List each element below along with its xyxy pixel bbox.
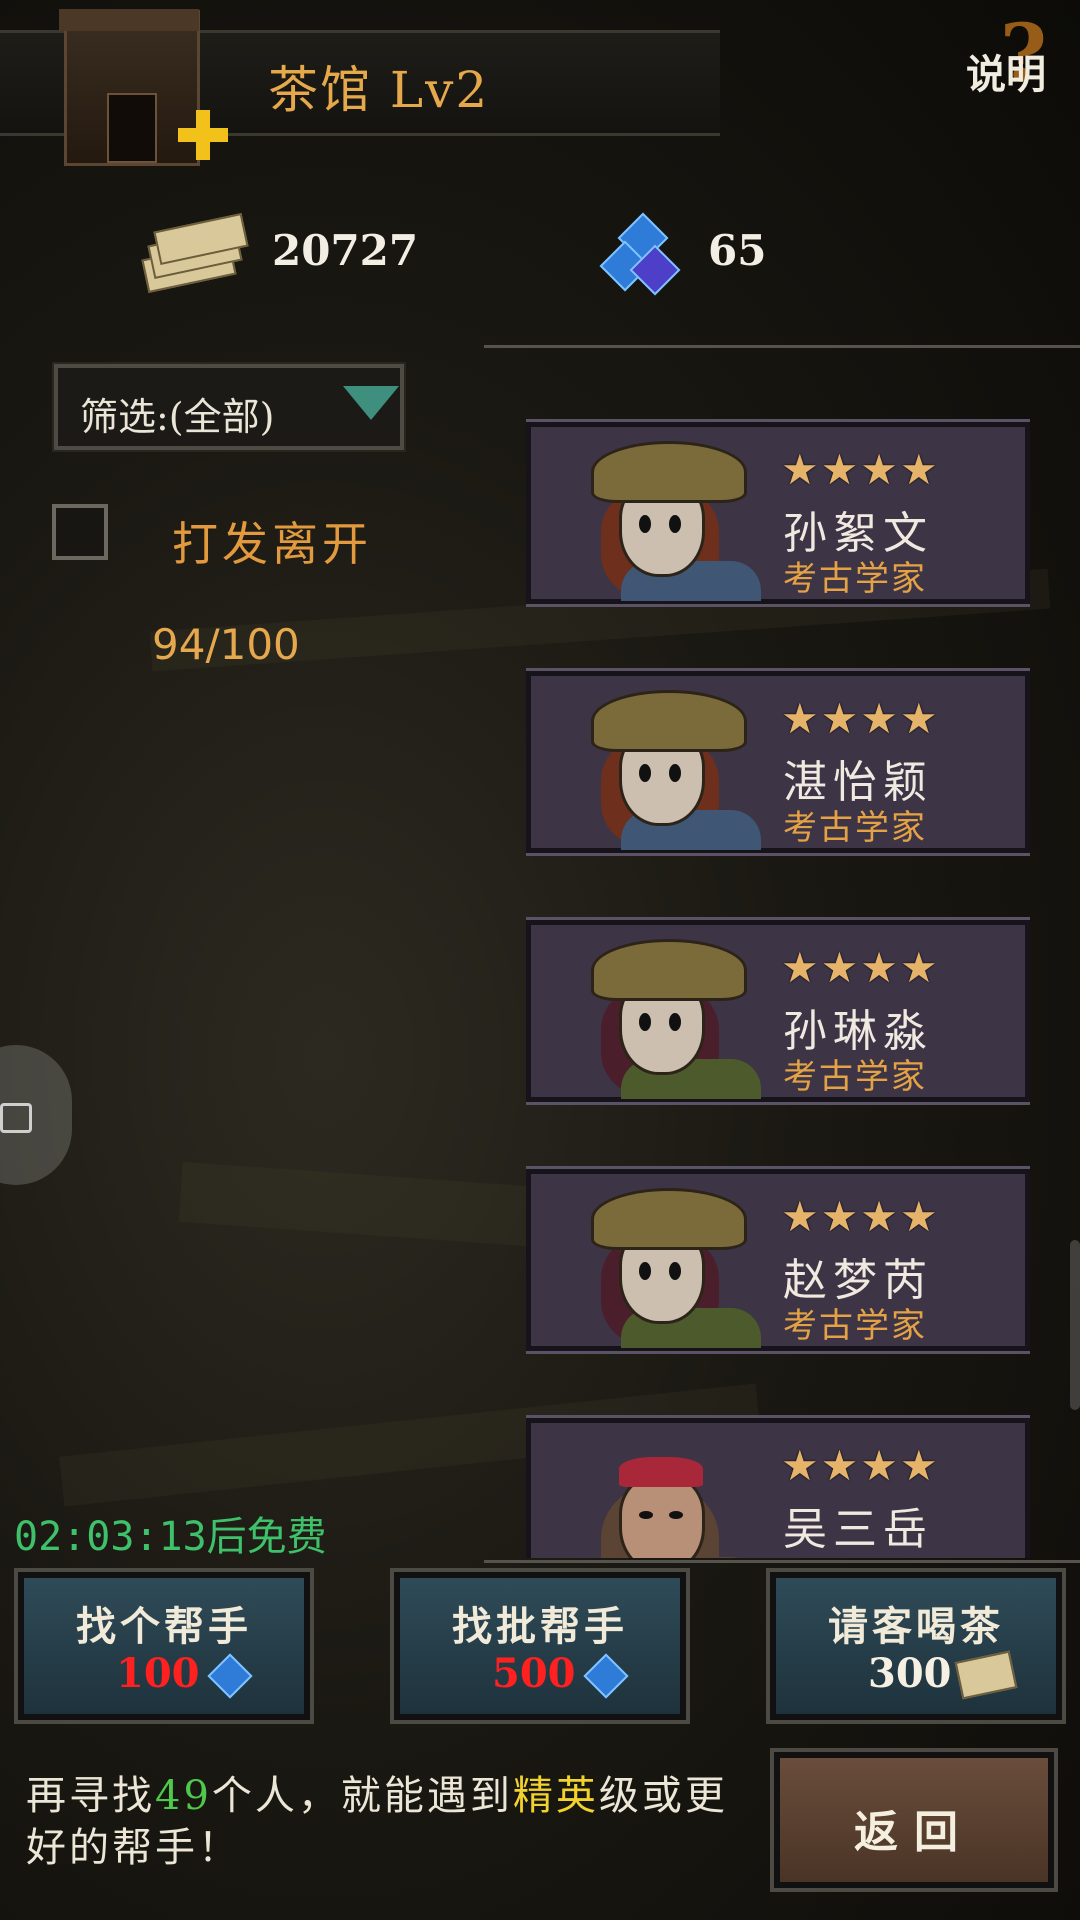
money-stack-icon (140, 213, 249, 293)
hero-name: 吴三岳 (783, 1504, 933, 1555)
hero-card[interactable]: ★★★★ 孙絮文 考古学家 (526, 419, 1030, 607)
gem-amount: 65 (708, 226, 767, 275)
hero-card[interactable]: ★★★★ 湛怡颖 考古学家 (526, 668, 1030, 856)
roster-count: 94/100 (152, 620, 300, 669)
gold-amount: 20727 (272, 226, 419, 275)
hero-card[interactable]: ★★★★ 赵梦芮 考古学家 (526, 1166, 1030, 1354)
hero-portrait (561, 1429, 781, 1558)
recruit-hint: 再寻找49个人，就能遇到精英级或更好的帮手！ (26, 1773, 728, 1871)
hero-list[interactable]: ★★★★ 孙絮文 考古学家 ★★★★ 湛怡颖 考古学家 ★★★★ 孙琳淼 考古学… (526, 418, 1030, 1558)
rank-name: 精英 (512, 1773, 599, 1819)
hero-class: 考古学家 (783, 1057, 927, 1097)
hero-class: 考古学家 (783, 808, 927, 848)
page-title: 茶馆 Lv2 (268, 61, 490, 119)
button-label: 请客喝茶 (828, 1603, 1004, 1650)
hero-card[interactable]: ★★★★ 孙琳淼 考古学家 (526, 917, 1030, 1105)
filter-label: 筛选:(全部) (80, 395, 275, 439)
blue-gem-icon (207, 1653, 253, 1699)
star-rating: ★★★★ (781, 694, 940, 743)
price: 100 (116, 1650, 200, 1697)
hero-portrait (561, 682, 781, 850)
star-rating: ★★★★ (781, 445, 940, 494)
hero-portrait (561, 931, 781, 1099)
dismiss-label[interactable]: 打发离开 (172, 508, 372, 574)
back-button[interactable]: 返回 (770, 1748, 1058, 1892)
treat-tea-button[interactable]: 请客喝茶 300 (766, 1568, 1066, 1724)
find-batch-helper-button[interactable]: 找批帮手 500 (390, 1568, 690, 1724)
hero-portrait (561, 1180, 781, 1348)
hero-class: 考古学家 (783, 559, 927, 599)
hero-card[interactable]: ★★★★ 吴三岳 (526, 1415, 1030, 1558)
remaining-count: 49 (155, 1773, 212, 1819)
button-label: 找个帮手 (76, 1603, 252, 1650)
edge-handle[interactable] (1070, 1240, 1080, 1410)
find-one-helper-button[interactable]: 找个帮手 100 (14, 1568, 314, 1724)
chevron-down-icon (343, 386, 399, 420)
button-label: 返回 (854, 1807, 974, 1858)
filter-dropdown[interactable]: 筛选:(全部) (52, 362, 406, 452)
blue-gem-icon (583, 1653, 629, 1699)
money-stack-icon (954, 1650, 1018, 1700)
star-rating: ★★★★ (781, 1192, 940, 1241)
star-rating: ★★★★ (781, 943, 940, 992)
hero-portrait (561, 433, 781, 601)
price: 500 (492, 1650, 576, 1697)
help-button[interactable]: 说明 (966, 42, 1046, 100)
blue-gem-icon (599, 212, 681, 296)
free-timer: 02:03:13后免费 (14, 1514, 327, 1560)
divider (484, 345, 1080, 348)
plus-icon[interactable] (178, 110, 228, 160)
price: 300 (868, 1650, 952, 1697)
star-rating: ★★★★ (781, 1441, 940, 1490)
divider (484, 1560, 1080, 1563)
dismiss-checkbox[interactable] (52, 504, 108, 560)
button-label: 找批帮手 (452, 1603, 628, 1650)
hero-class: 考古学家 (783, 1306, 927, 1346)
lock-icon[interactable] (0, 1045, 72, 1185)
